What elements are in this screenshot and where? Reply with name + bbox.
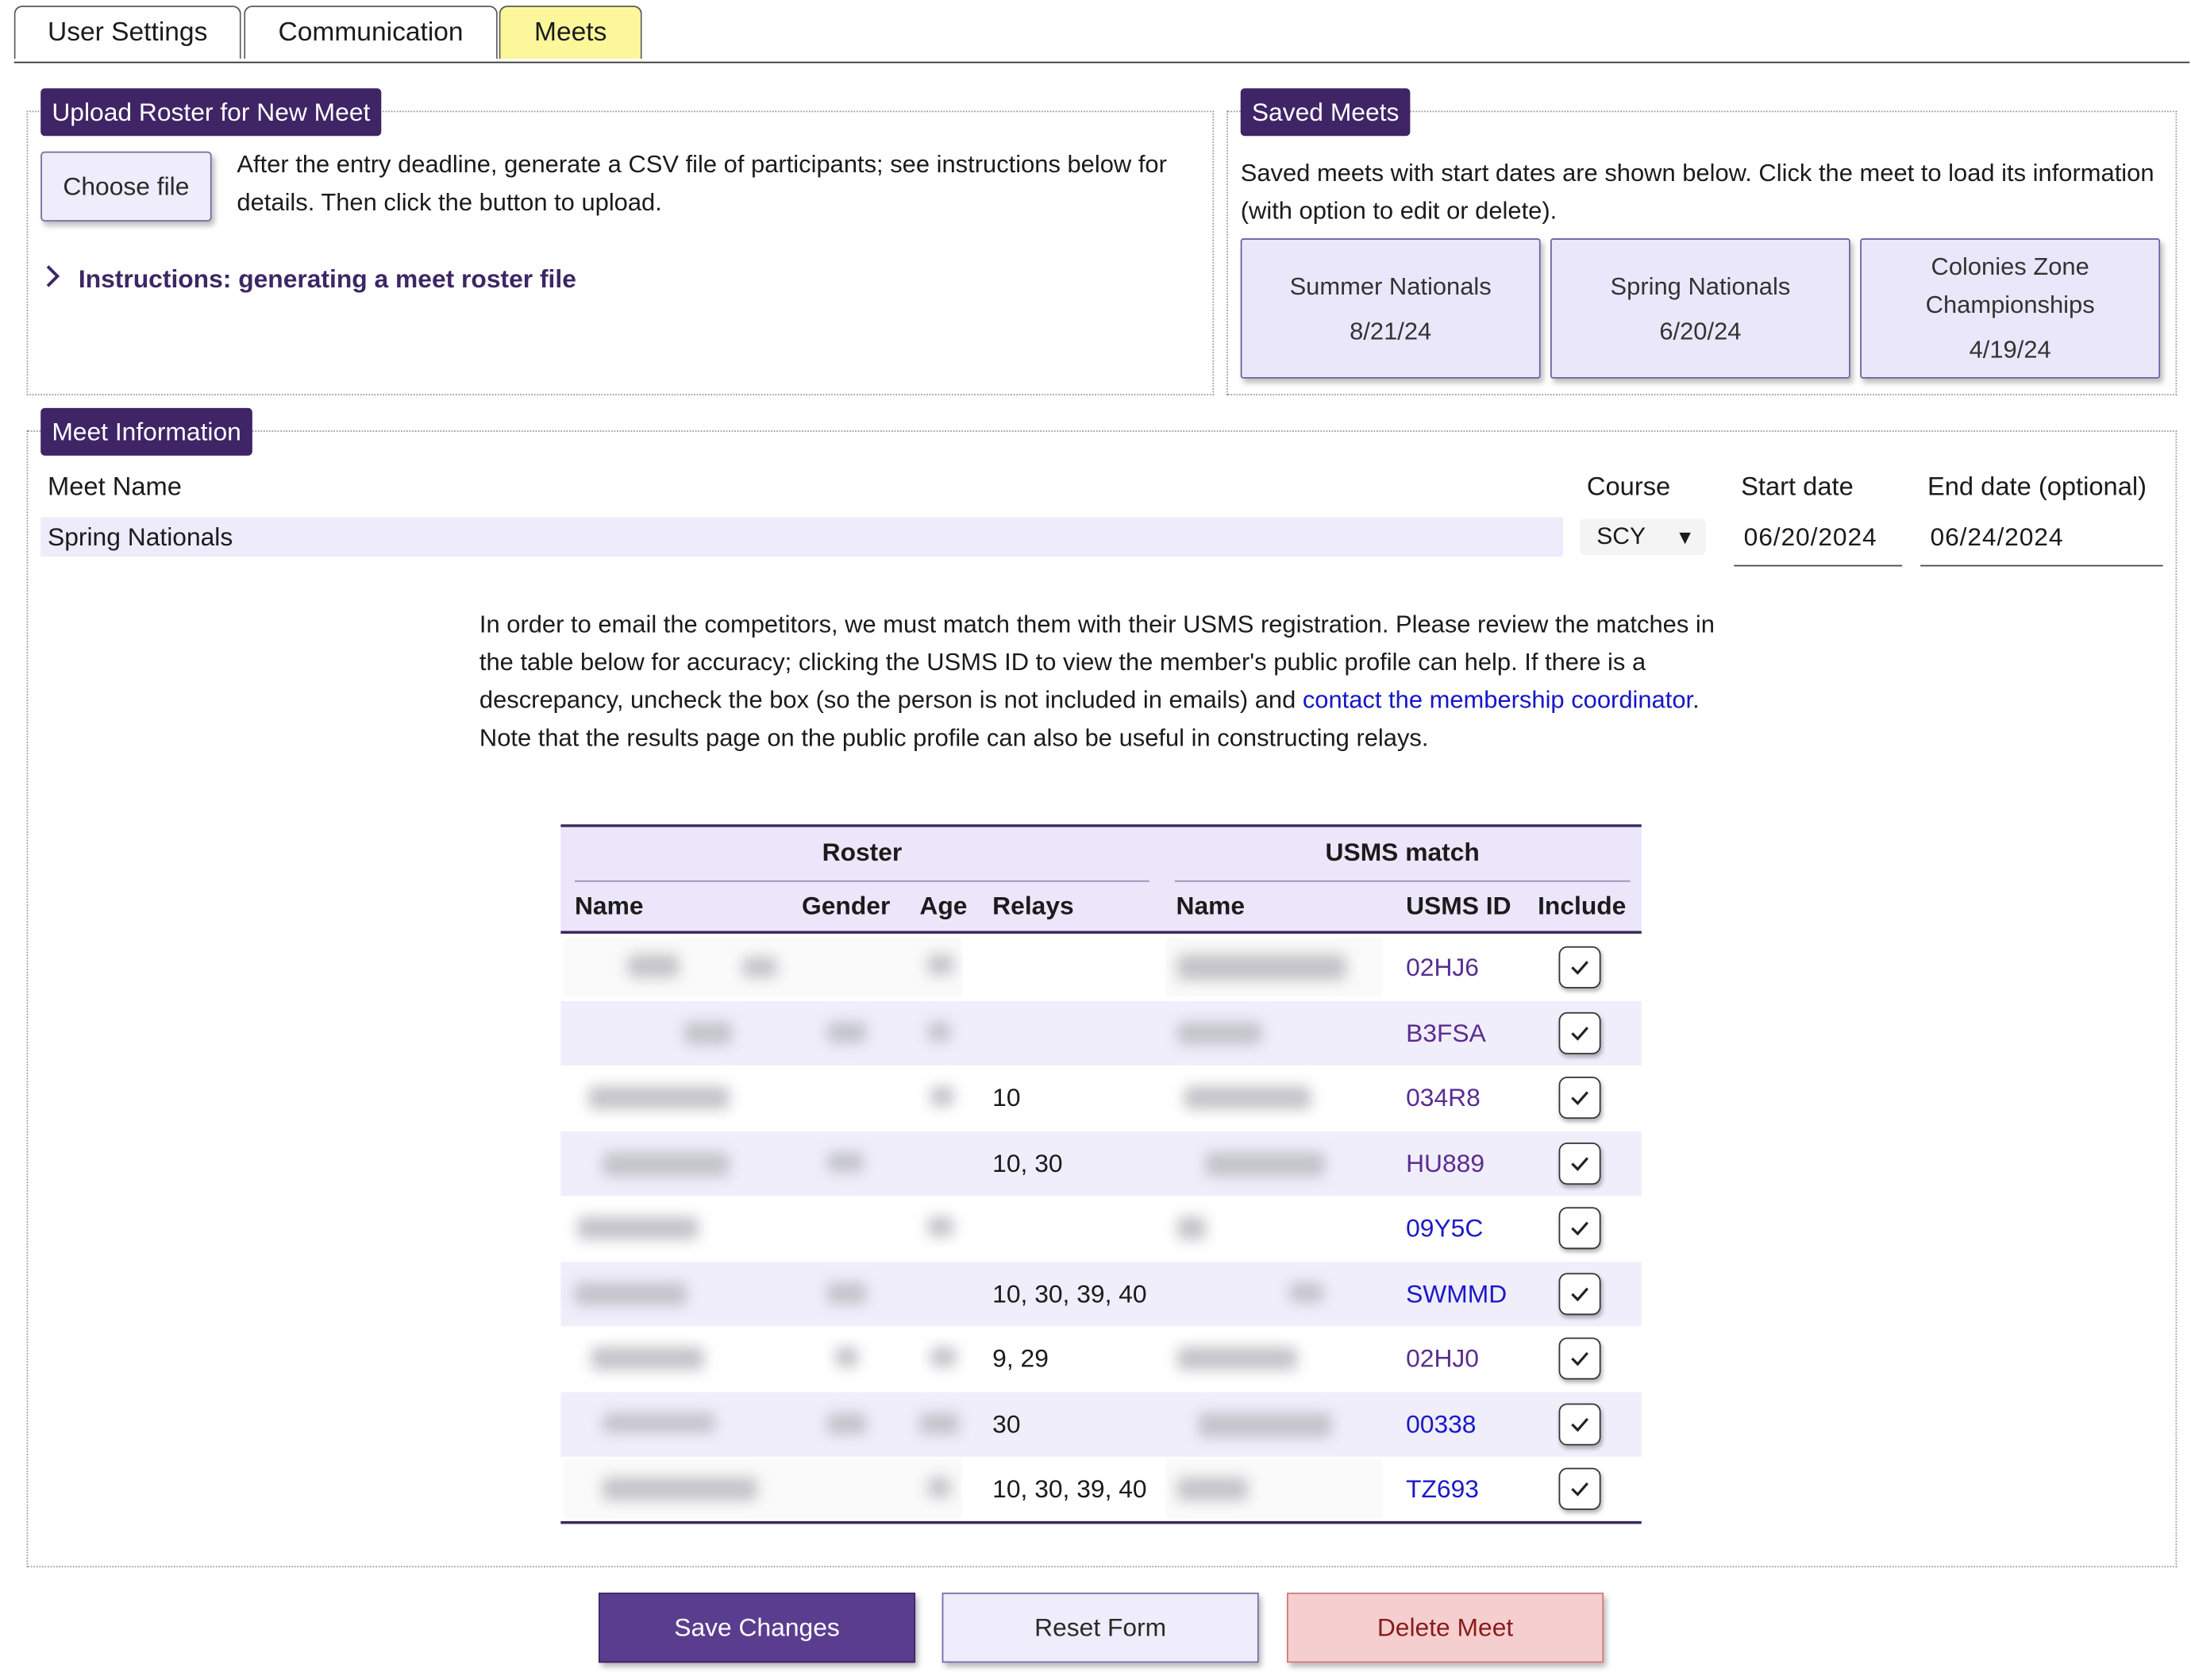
saved-meet-date: 4/19/24 (1969, 335, 2051, 364)
start-date-input[interactable]: 06/20/2024 (1734, 516, 1903, 567)
tab-user-settings[interactable]: User Settings (13, 6, 241, 60)
col-roster-name: Name (574, 892, 644, 920)
include-checkbox[interactable] (1558, 1337, 1601, 1380)
table-row: 10, 30, 39, 40 SWMMD (560, 1261, 1642, 1327)
usms-id-link[interactable]: B3FSA (1406, 1000, 1486, 1065)
meet-name-input[interactable]: Spring Nationals (40, 517, 1563, 557)
usms-id-link[interactable]: 00338 (1406, 1392, 1476, 1456)
col-include: Include (1538, 892, 1627, 920)
include-checkbox[interactable] (1558, 1467, 1601, 1510)
saved-meet-name: Colonies Zone Championships (1925, 252, 2095, 318)
include-checkbox[interactable] (1558, 1011, 1601, 1054)
usms-id-link[interactable]: 034R8 (1406, 1065, 1481, 1130)
table-row: B3FSA (560, 1000, 1642, 1066)
table-row: 10, 30 HU889 (560, 1131, 1642, 1196)
include-checkbox[interactable] (1558, 1142, 1601, 1185)
saved-meets-legend: Saved Meets (1240, 88, 1411, 137)
saved-meet-name: Summer Nationals (1289, 271, 1492, 299)
instructions-toggle[interactable]: Instructions: generating a meet roster f… (45, 264, 576, 296)
usms-id-link[interactable]: 02HJ6 (1406, 935, 1479, 1000)
course-value: SCY (1596, 522, 1646, 550)
roster-match-table: Roster USMS match Name Gender Age Relays… (560, 824, 1642, 1524)
reset-form-button[interactable]: Reset Form (941, 1592, 1259, 1663)
table-row: 10 034R8 (560, 1065, 1641, 1131)
end-date-label: End date (optional) (1927, 471, 2147, 501)
col-relays: Relays (992, 892, 1074, 920)
contact-coordinator-link[interactable]: contact the membership coordinator (1303, 685, 1692, 713)
col-usms-name: Name (1176, 892, 1246, 920)
matching-instructions: In order to email the competitors, we mu… (479, 606, 1741, 757)
usms-id-link[interactable]: 02HJ0 (1406, 1326, 1479, 1390)
col-gender: Gender (802, 892, 891, 920)
start-date-label: Start date (1741, 471, 1854, 501)
choose-file-button[interactable]: Choose file (40, 151, 212, 222)
usms-id-link[interactable]: SWMMD (1406, 1261, 1507, 1325)
meet-info-legend: Meet Information (40, 407, 252, 456)
relays-cell: 10 (992, 1083, 1021, 1112)
tab-bar: User Settings Communication Meets (13, 6, 2190, 64)
usms-id-link[interactable]: HU889 (1406, 1131, 1484, 1195)
upload-description: After the entry deadline, generate a CSV… (237, 149, 1167, 216)
upload-legend: Upload Roster for New Meet (40, 88, 382, 137)
relays-cell: 10, 30 (992, 1149, 1063, 1177)
meet-name-label: Meet Name (48, 471, 182, 501)
table-row: 10, 30, 39, 40 TZ693 (560, 1457, 1641, 1522)
usms-group-header: USMS match (1325, 838, 1480, 867)
end-date-input[interactable]: 06/24/2024 (1920, 516, 2163, 567)
include-checkbox[interactable] (1558, 1402, 1601, 1445)
relays-cell: 9, 29 (992, 1344, 1049, 1373)
saved-meet-date: 6/20/24 (1659, 316, 1742, 345)
table-row: 02HJ6 (560, 935, 1641, 1000)
course-select[interactable]: SCY ▼ (1580, 518, 1706, 556)
table-row: 09Y5C (560, 1196, 1641, 1261)
include-checkbox[interactable] (1558, 1272, 1601, 1315)
saved-meets-description: Saved meets with start dates are shown b… (1240, 158, 2154, 225)
usms-id-link[interactable]: 09Y5C (1406, 1196, 1483, 1260)
col-age: Age (919, 892, 968, 920)
saved-meet-card[interactable]: Summer Nationals 8/21/24 (1240, 238, 1541, 379)
saved-meet-card[interactable]: Colonies Zone Championships 4/19/24 (1860, 238, 2161, 379)
relays-cell: 10, 30, 39, 40 (992, 1279, 1147, 1308)
chevron-right-icon (45, 264, 62, 296)
relays-cell: 30 (992, 1409, 1021, 1438)
saved-meet-card[interactable]: Spring Nationals 6/20/24 (1550, 238, 1850, 379)
tab-communication[interactable]: Communication (244, 6, 498, 60)
delete-meet-button[interactable]: Delete Meet (1287, 1592, 1604, 1663)
instructions-label: Instructions: generating a meet roster f… (78, 264, 576, 294)
table-row: 30 00338 (560, 1391, 1642, 1457)
include-checkbox[interactable] (1558, 1077, 1601, 1119)
relays-cell: 10, 30, 39, 40 (992, 1474, 1147, 1503)
course-label: Course (1586, 471, 1671, 501)
table-row: 9, 29 02HJ0 (560, 1326, 1641, 1391)
dropdown-arrow-icon: ▼ (1675, 526, 1695, 549)
saved-meet-date: 8/21/24 (1350, 316, 1432, 345)
saved-meet-name: Spring Nationals (1610, 271, 1791, 299)
include-checkbox[interactable] (1558, 1207, 1601, 1250)
col-usms-id: USMS ID (1406, 892, 1511, 920)
save-changes-button[interactable]: Save Changes (598, 1592, 916, 1663)
roster-group-header: Roster (822, 838, 903, 867)
include-checkbox[interactable] (1558, 946, 1601, 988)
tab-meets[interactable]: Meets (499, 6, 642, 60)
usms-id-link[interactable]: TZ693 (1406, 1457, 1479, 1521)
table-header: Roster USMS match Name Gender Age Relays… (560, 827, 1642, 934)
